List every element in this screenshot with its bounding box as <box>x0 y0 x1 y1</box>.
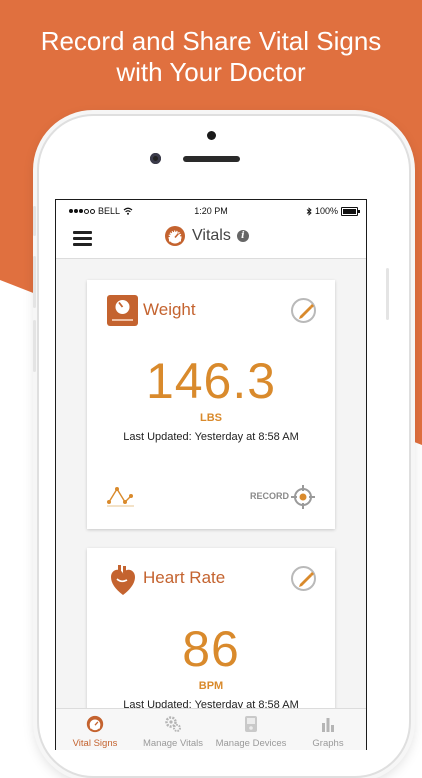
earpiece-speaker <box>183 156 240 162</box>
power-button <box>386 268 389 320</box>
hamburger-icon[interactable] <box>73 231 92 246</box>
bluetooth-icon <box>306 206 312 216</box>
speedometer-icon <box>86 715 104 733</box>
speedometer-icon <box>165 226 185 246</box>
edit-pencil-icon[interactable] <box>290 565 317 592</box>
tab-label: Manage Vitals <box>142 738 204 749</box>
tab-vital-signs[interactable]: Vital Signs <box>56 709 134 750</box>
headline-line-2: with Your Doctor <box>116 57 306 87</box>
nav-title-group: Vitals i <box>164 225 249 247</box>
tab-label: Vital Signs <box>72 738 118 749</box>
tab-bar: Vital Signs Manage Vitals Manage Devices <box>56 708 366 750</box>
proximity-sensor <box>207 131 216 140</box>
tab-label: Manage Devices <box>215 738 287 749</box>
tab-label: Graphs <box>312 738 344 749</box>
trend-graph-icon[interactable] <box>107 484 135 508</box>
status-right: 100% <box>306 206 360 216</box>
heart-icon <box>111 565 135 595</box>
record-label[interactable]: RECORD <box>250 491 289 501</box>
scale-icon <box>107 295 138 326</box>
heart-rate-unit: BPM <box>198 680 224 692</box>
weight-last-updated: Last Updated: Yesterday at 8:58 AM <box>123 431 299 443</box>
device-icon <box>245 716 257 732</box>
tab-manage-devices[interactable]: Manage Devices <box>212 709 290 750</box>
edit-pencil-icon[interactable] <box>290 297 317 324</box>
heart-rate-value: 86 <box>182 621 240 677</box>
info-icon[interactable]: i <box>236 230 249 242</box>
battery-icon <box>341 206 360 216</box>
weight-value: 146.3 <box>145 353 277 409</box>
status-bar: BELL 1:20 PM 100% <box>56 200 366 224</box>
weight-unit: LBS <box>200 412 222 424</box>
weight-title: Weight <box>143 300 196 319</box>
side-button <box>33 206 36 236</box>
battery-percent: 100% <box>314 206 338 216</box>
tab-manage-vitals[interactable]: Manage Vitals <box>134 709 212 750</box>
phone-screen: BELL 1:20 PM 100% Vitals i Weight 146.3 … <box>55 199 367 750</box>
gears-icon <box>165 716 181 732</box>
page-title: Vitals <box>192 227 231 244</box>
nav-bar: Vitals i <box>56 224 366 259</box>
heart-rate-title: Heart Rate <box>143 568 226 587</box>
volume-down-button <box>33 320 36 372</box>
bar-chart-icon <box>322 718 334 732</box>
tab-graphs[interactable]: Graphs <box>290 709 366 750</box>
volume-up-button <box>33 256 36 308</box>
crosshair-icon[interactable] <box>290 484 316 510</box>
front-camera <box>150 153 161 164</box>
headline-line-1: Record and Share Vital Signs <box>40 26 382 56</box>
weight-card[interactable]: Weight 146.3 LBS Last Updated: Yesterday… <box>87 280 335 529</box>
